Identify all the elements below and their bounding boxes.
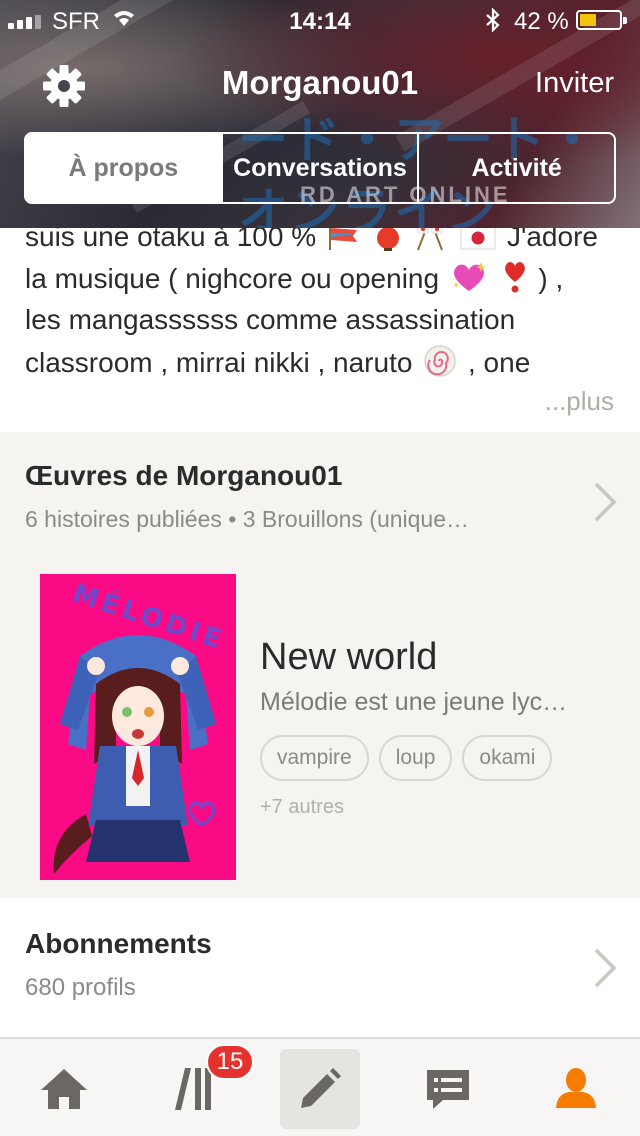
about-line-2: la musique ( nighcore ou opening ) , bbox=[25, 260, 563, 297]
write-pencil-icon bbox=[301, 1068, 341, 1108]
tab-profile[interactable] bbox=[536, 1049, 616, 1129]
profile-tabs: À propos Conversations Activité bbox=[24, 132, 616, 204]
tag-chip[interactable]: vampire bbox=[260, 735, 369, 781]
tab-messages[interactable] bbox=[408, 1049, 488, 1129]
battery-icon bbox=[576, 10, 627, 30]
about-text-continued: , one bbox=[468, 347, 531, 378]
bluetooth-icon bbox=[486, 8, 500, 32]
read-more-link[interactable]: ...plus bbox=[545, 386, 614, 417]
about-section: suis une otaku à 100 % J'adore la musiqu… bbox=[0, 228, 640, 432]
works-section: Œuvres de Morganou01 6 histoires publiée… bbox=[0, 432, 640, 898]
works-subtitle: 6 histoires publiées • 3 Brouillons (uni… bbox=[25, 506, 470, 532]
tag-chip[interactable]: okami bbox=[462, 735, 553, 781]
tab-about[interactable]: À propos bbox=[26, 134, 221, 202]
battery-percent: 42 % bbox=[514, 8, 569, 35]
lantern-emoji bbox=[376, 228, 399, 251]
crossed-flags-emoji bbox=[417, 228, 444, 251]
cover-illustration: MÉLODIE bbox=[53, 577, 229, 874]
tab-write[interactable] bbox=[280, 1049, 360, 1129]
exclamation-heart-emoji bbox=[504, 262, 525, 293]
about-text: la musique ( nighcore ou opening bbox=[25, 263, 440, 294]
following-count: 680 profils bbox=[25, 974, 136, 1001]
more-tags-label[interactable]: +7 autres bbox=[260, 796, 344, 819]
notification-badge: 15 bbox=[206, 1044, 254, 1080]
story-title[interactable]: New world bbox=[260, 636, 437, 679]
following-title: Abonnements bbox=[25, 928, 212, 959]
profile-person-icon bbox=[556, 1068, 596, 1108]
tab-home[interactable] bbox=[24, 1049, 104, 1129]
messages-icon bbox=[427, 1070, 469, 1109]
following-section[interactable]: Abonnements 680 profils bbox=[0, 898, 640, 1038]
tag-chip[interactable]: loup bbox=[378, 735, 453, 781]
japan-flag-emoji bbox=[460, 228, 496, 250]
about-text-continued: ) , bbox=[538, 263, 564, 294]
home-icon bbox=[41, 1069, 87, 1109]
sparkling-heart-emoji bbox=[452, 262, 486, 291]
invite-button[interactable]: Inviter bbox=[535, 67, 614, 100]
about-line-3: les mangassssss comme assassination bbox=[25, 304, 516, 335]
status-bar: SFR 14:14 42 % bbox=[0, 0, 640, 40]
tab-conversations[interactable]: Conversations bbox=[220, 134, 418, 202]
story-tags: vampire loup okami bbox=[260, 735, 553, 781]
bottom-tab-bar bbox=[0, 1038, 640, 1136]
fish-cake-emoji bbox=[424, 345, 456, 377]
about-line-1: suis une otaku à 100 % J'adore bbox=[25, 228, 598, 255]
about-text-continued: J'adore bbox=[507, 228, 598, 252]
story-description: Mélodie est une jeune lyc… bbox=[260, 688, 568, 716]
story-cover-image[interactable]: MÉLODIE bbox=[40, 574, 236, 880]
chevron-right-icon[interactable] bbox=[592, 946, 618, 990]
about-text: classroom , mirrai nikki , naruto bbox=[25, 347, 413, 378]
tab-activity[interactable]: Activité bbox=[417, 134, 614, 202]
profile-username: Morganou01 bbox=[221, 64, 419, 101]
works-title[interactable]: Œuvres de Morganou01 bbox=[25, 460, 342, 492]
about-line-4: classroom , mirrai nikki , naruto , one bbox=[25, 344, 530, 381]
profile-header: ード・アート・オンライン RD ART ONLINE SFR 14:14 42 … bbox=[0, 0, 640, 228]
settings-gear-icon[interactable] bbox=[42, 64, 86, 108]
chevron-right-icon[interactable] bbox=[592, 480, 618, 524]
about-text: suis une otaku à 100 % bbox=[25, 228, 317, 252]
carp-streamer-emoji bbox=[328, 228, 357, 250]
